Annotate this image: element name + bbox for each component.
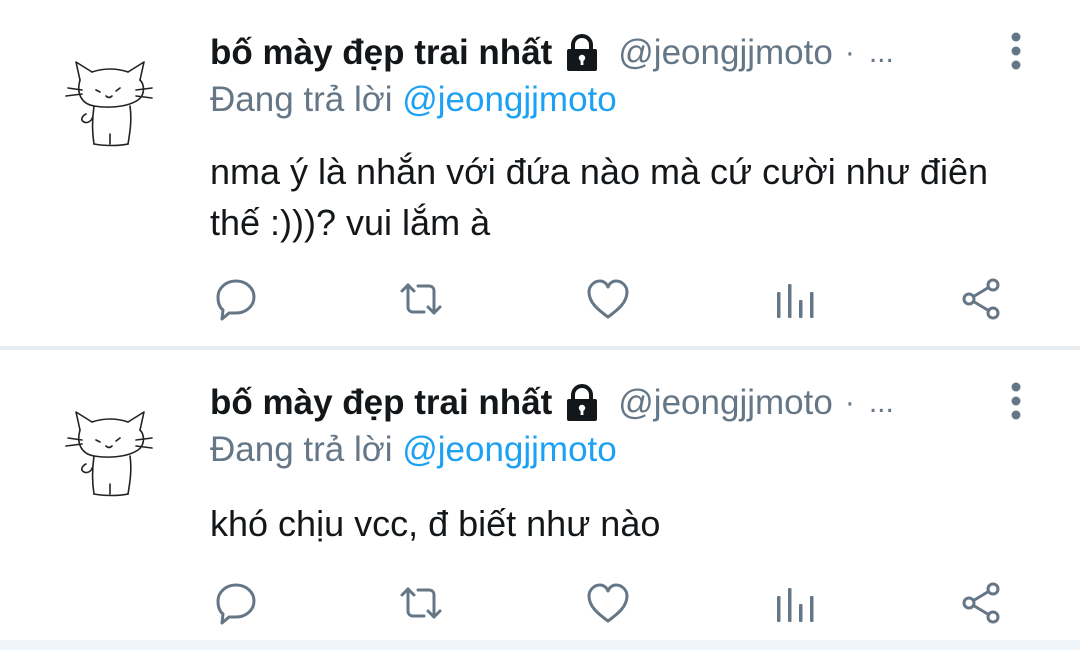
share-button[interactable] (958, 580, 1004, 626)
handle[interactable]: @jeongjjmoto (618, 33, 833, 73)
analytics-button[interactable] (772, 580, 818, 626)
retweet-icon (400, 587, 442, 619)
like-button[interactable] (585, 276, 631, 322)
reply-icon (216, 583, 256, 625)
tweet-text: khó chịu vcc, đ biết như nào (210, 503, 661, 544)
more-vertical-icon (1011, 382, 1021, 420)
action-bar (0, 270, 1080, 326)
reply-mention-link[interactable]: @jeongjjmoto (402, 430, 617, 469)
lock-icon (562, 383, 602, 423)
reply-button[interactable] (213, 580, 259, 626)
like-icon (587, 583, 629, 623)
reply-context: Đang trả lời @jeongjjmoto (210, 430, 617, 470)
share-icon (962, 582, 1000, 624)
separator-dot: · (844, 36, 855, 69)
reply-button[interactable] (213, 276, 259, 322)
separator-dot: · (844, 386, 855, 419)
like-button[interactable] (585, 580, 631, 626)
retweet-icon (400, 283, 442, 315)
lock-icon (562, 33, 602, 73)
tweet[interactable]: bố mày đẹp trai nhất @jeongjjmoto · ... (0, 350, 1080, 640)
timeline: bố mày đẹp trai nhất @jeongjjmoto · ... (0, 0, 1080, 650)
tweet[interactable]: bố mày đẹp trai nhất @jeongjjmoto · ... (0, 0, 1080, 346)
more-options-button[interactable] (1000, 30, 1032, 72)
reply-prefix: Đang trả lời (210, 430, 393, 469)
more-vertical-icon (1011, 32, 1021, 70)
timestamp-truncated: ... (868, 386, 894, 419)
handle[interactable]: @jeongjjmoto (618, 383, 833, 423)
display-name[interactable]: bố mày đẹp trai nhất (210, 383, 552, 423)
analytics-icon (777, 284, 814, 318)
bottom-edge (0, 640, 1080, 650)
retweet-button[interactable] (398, 276, 444, 322)
reply-prefix: Đang trả lời (210, 80, 393, 119)
analytics-icon (777, 588, 814, 622)
reply-icon (216, 279, 256, 321)
more-options-button[interactable] (1000, 380, 1032, 422)
tweet-text: nma ý là nhắn với đứa nào mà cứ cười như… (210, 151, 988, 243)
reply-mention-link[interactable]: @jeongjjmoto (402, 80, 617, 119)
tweet-header: bố mày đẹp trai nhất @jeongjjmoto · ... (210, 380, 1000, 426)
action-bar (0, 574, 1080, 630)
analytics-button[interactable] (772, 276, 818, 322)
tweet-header: bố mày đẹp trai nhất @jeongjjmoto · ... (210, 30, 1000, 76)
share-icon (962, 278, 1000, 320)
display-name[interactable]: bố mày đẹp trai nhất (210, 33, 552, 73)
avatar[interactable] (58, 400, 158, 500)
reply-context: Đang trả lời @jeongjjmoto (210, 80, 617, 120)
retweet-button[interactable] (398, 580, 444, 626)
share-button[interactable] (958, 276, 1004, 322)
timestamp-truncated: ... (868, 36, 894, 69)
like-icon (587, 279, 629, 319)
avatar[interactable] (58, 50, 158, 150)
